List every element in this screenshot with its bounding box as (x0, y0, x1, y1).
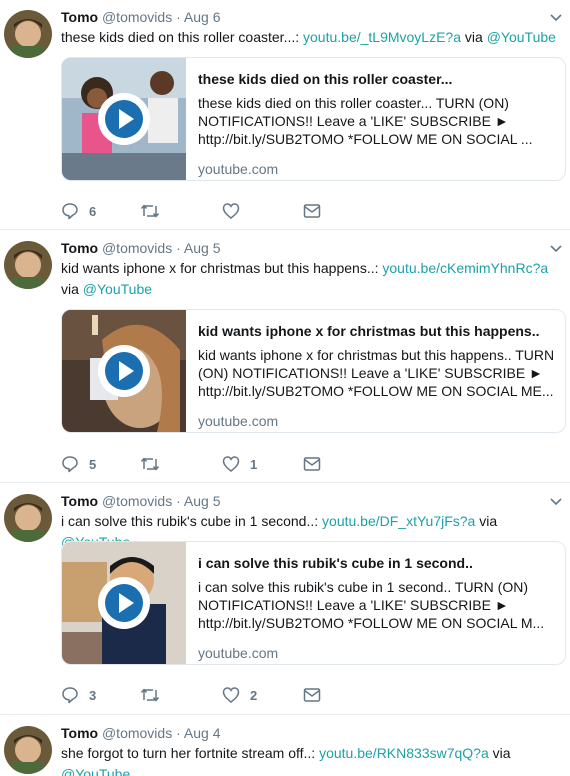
timestamp[interactable]: Aug 5 (184, 240, 221, 256)
play-icon[interactable] (97, 92, 151, 146)
card-description: i can solve this rubik's cube in 1 secon… (198, 579, 545, 631)
retweet-icon (140, 204, 160, 218)
display-name[interactable]: Tomo (61, 725, 98, 741)
like-count: 1 (250, 456, 258, 472)
retweet-button[interactable] (140, 453, 170, 475)
separator-dot: · (176, 725, 181, 741)
username[interactable]: @tomovids (102, 493, 172, 509)
link-card[interactable]: these kids died on this roller coaster..… (61, 57, 566, 181)
link-card[interactable]: kid wants iphone x for christmas but thi… (61, 309, 566, 433)
card-title[interactable]: kid wants iphone x for christmas but thi… (198, 322, 558, 340)
tweet-actions: 5 1 (61, 453, 361, 475)
reply-count: 3 (89, 687, 97, 703)
username[interactable]: @tomovids (102, 240, 172, 256)
message-button[interactable] (303, 200, 321, 222)
chevron-down-icon[interactable] (549, 242, 563, 256)
avatar[interactable] (4, 241, 52, 289)
timestamp[interactable]: Aug 6 (184, 9, 221, 25)
retweet-icon (140, 457, 160, 471)
avatar[interactable] (4, 494, 52, 542)
tweet-text: kid wants iphone x for christmas but thi… (61, 258, 561, 300)
heart-icon (222, 456, 240, 472)
via-text: via (61, 281, 83, 297)
envelope-icon (303, 688, 321, 702)
display-name[interactable]: Tomo (61, 9, 98, 25)
mention-link[interactable]: @YouTube (61, 766, 130, 776)
tweet-text-body: kid wants iphone x for christmas but thi… (61, 260, 383, 276)
play-icon[interactable] (97, 576, 151, 630)
tweet-text: these kids died on this roller coaster..… (61, 27, 561, 48)
heart-icon (222, 687, 240, 703)
display-name[interactable]: Tomo (61, 493, 98, 509)
reply-icon (62, 456, 78, 473)
tweet-link[interactable]: youtu.be/cKemimYhnRc?a (382, 260, 548, 276)
timestamp[interactable]: Aug 5 (184, 493, 221, 509)
card-title[interactable]: i can solve this rubik's cube in 1 secon… (198, 554, 558, 572)
reply-icon (62, 203, 78, 220)
separator-dot: · (176, 493, 181, 509)
separator-dot: · (176, 240, 181, 256)
card-description: these kids died on this roller coaster..… (198, 95, 533, 147)
tweet-link[interactable]: youtu.be/RKN833sw7qQ?a (319, 745, 489, 761)
display-name[interactable]: Tomo (61, 240, 98, 256)
avatar[interactable] (4, 726, 52, 774)
retweet-button[interactable] (140, 200, 170, 222)
message-button[interactable] (303, 684, 321, 706)
envelope-icon (303, 457, 321, 471)
via-text: via (488, 745, 511, 761)
username[interactable]: @tomovids (102, 725, 172, 741)
tweet-text: she forgot to turn her fortnite stream o… (61, 743, 561, 776)
via-text: via (461, 29, 487, 45)
mention-link[interactable]: @YouTube (487, 29, 556, 45)
play-icon[interactable] (97, 344, 151, 398)
tweet[interactable]: Tomo @tomovids · Aug 5 i can solve this … (0, 484, 570, 715)
heart-icon (222, 203, 240, 219)
separator-dot: · (176, 9, 181, 25)
retweet-icon (140, 688, 160, 702)
reply-count: 5 (89, 456, 97, 472)
card-domain: youtube.com (198, 645, 279, 661)
card-domain: youtube.com (198, 161, 279, 177)
like-count: 2 (250, 687, 258, 703)
chevron-down-icon[interactable] (549, 11, 563, 25)
username[interactable]: @tomovids (102, 9, 172, 25)
tweet[interactable]: Tomo @tomovids · Aug 4 she forgot to tur… (0, 716, 570, 776)
mention-link[interactable]: @YouTube (83, 281, 152, 297)
like-button[interactable] (222, 200, 250, 222)
tweet-link[interactable]: youtu.be/DF_xtYu7jFs?a (322, 513, 475, 529)
retweet-button[interactable] (140, 684, 170, 706)
link-card[interactable]: i can solve this rubik's cube in 1 secon… (61, 541, 566, 665)
chevron-down-icon[interactable] (549, 495, 563, 509)
via-text: via (475, 513, 498, 529)
tweet-link[interactable]: youtu.be/_tL9MvoyLzE?a (303, 29, 461, 45)
card-description: kid wants iphone x for christmas but thi… (198, 347, 555, 399)
tweet-actions: 6 (61, 200, 361, 222)
reply-button[interactable]: 5 (61, 453, 96, 475)
reply-button[interactable]: 6 (61, 200, 96, 222)
reply-count: 6 (89, 203, 97, 219)
reply-icon (62, 687, 78, 704)
envelope-icon (303, 204, 321, 218)
card-title[interactable]: these kids died on this roller coaster..… (198, 70, 558, 88)
reply-button[interactable]: 3 (61, 684, 96, 706)
message-button[interactable] (303, 453, 321, 475)
like-button[interactable]: 1 (222, 453, 257, 475)
tweet[interactable]: Tomo @tomovids · Aug 6 these kids died o… (0, 0, 570, 230)
tweet-text-body: she forgot to turn her fortnite stream o… (61, 745, 320, 761)
card-domain: youtube.com (198, 413, 279, 429)
tweet-text-body: i can solve this rubik's cube in 1 secon… (61, 513, 323, 529)
like-button[interactable]: 2 (222, 684, 257, 706)
tweet-actions: 3 2 (61, 684, 361, 706)
timestamp[interactable]: Aug 4 (184, 725, 221, 741)
tweet[interactable]: Tomo @tomovids · Aug 5 kid wants iphone … (0, 231, 570, 483)
avatar[interactable] (4, 10, 52, 58)
tweet-text-body: these kids died on this roller coaster..… (61, 29, 304, 45)
